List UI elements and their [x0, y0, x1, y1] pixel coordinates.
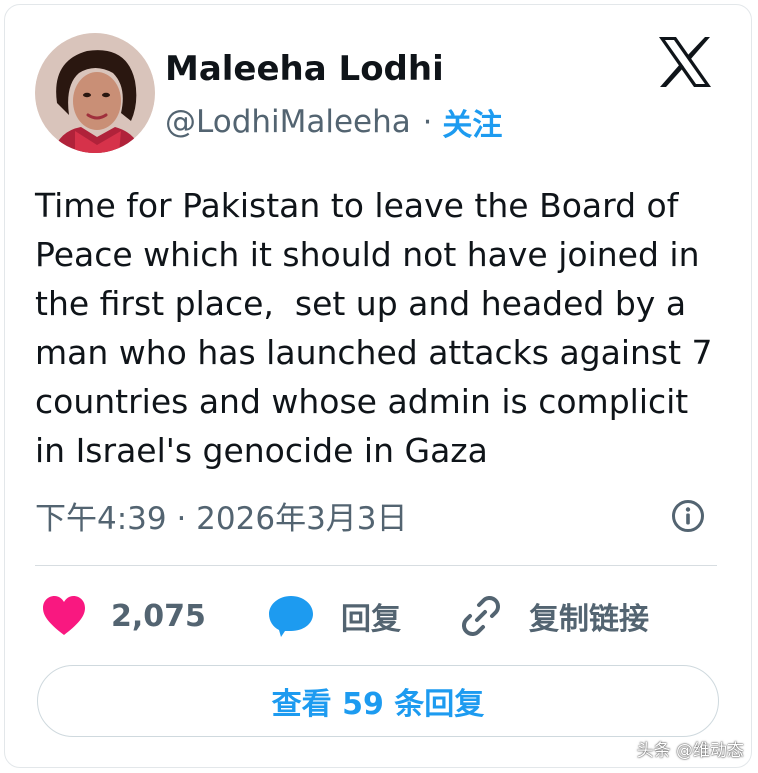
- reply-button[interactable]: 回复: [267, 587, 401, 645]
- reply-label: 回复: [341, 602, 401, 637]
- view-replies-button[interactable]: 查看 59 条回复: [37, 665, 719, 737]
- tweet-card: Maleeha Lodhi @LodhiMaleeha · 关注 Time fo…: [4, 4, 752, 768]
- copy-link-label: 复制链接: [529, 602, 649, 637]
- handle-row: @LodhiMaleeha · 关注: [165, 100, 502, 144]
- x-logo-icon[interactable]: [657, 35, 713, 89]
- follow-button[interactable]: 关注: [442, 100, 502, 144]
- copy-link-button[interactable]: 复制链接: [459, 587, 649, 645]
- tweet-timestamp[interactable]: 下午4:39 · 2026年3月3日: [35, 491, 408, 539]
- display-name[interactable]: Maleeha Lodhi: [165, 47, 444, 91]
- avatar[interactable]: [35, 33, 155, 153]
- heart-icon: [41, 595, 87, 637]
- like-count: 2,075: [111, 598, 206, 634]
- separator-dot: ·: [422, 104, 433, 140]
- info-icon[interactable]: [671, 499, 705, 533]
- user-handle[interactable]: @LodhiMaleeha: [165, 104, 411, 140]
- action-bar: 2,075 回复 复制链接: [35, 587, 725, 645]
- link-icon: [459, 594, 503, 638]
- divider: [35, 565, 717, 566]
- like-button[interactable]: 2,075: [41, 587, 206, 645]
- speech-bubble-icon: [267, 594, 315, 638]
- tweet-text: Time for Pakistan to leave the Board of …: [35, 186, 713, 470]
- avatar-image: [35, 33, 155, 153]
- watermark-text: 头条 @维动态: [636, 741, 744, 761]
